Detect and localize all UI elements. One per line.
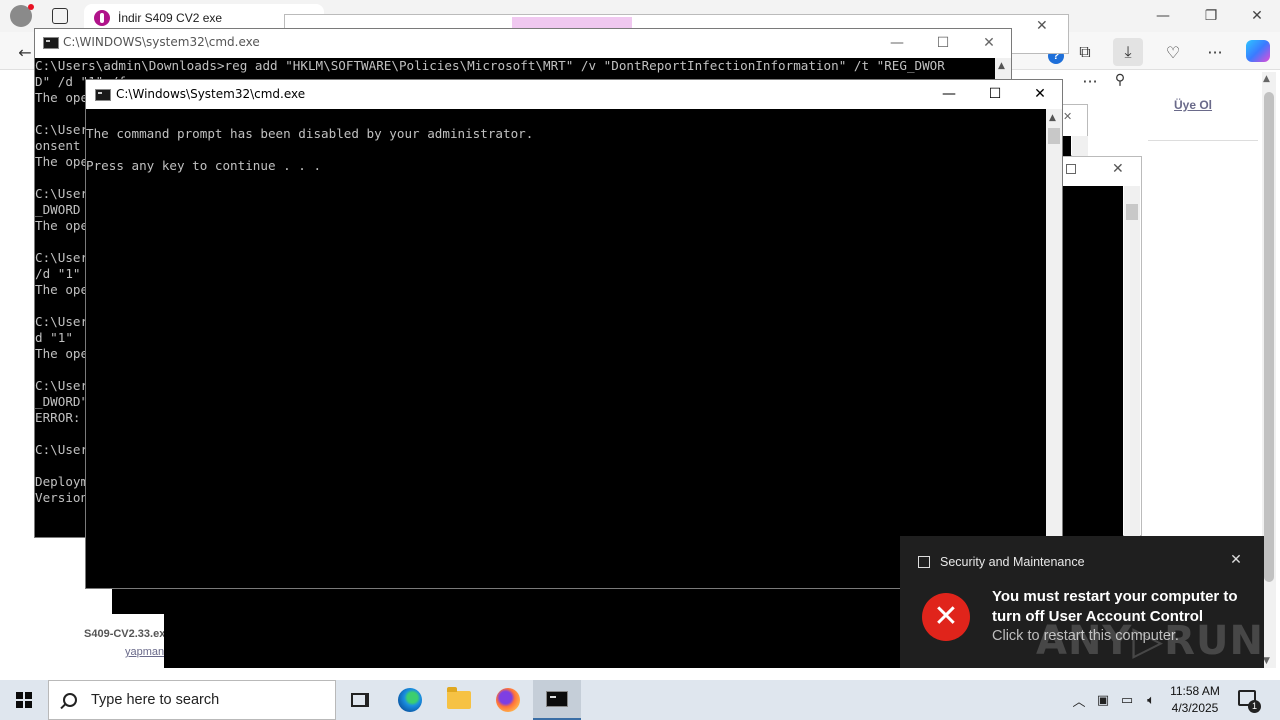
settings-more-button[interactable]: ··· bbox=[1200, 38, 1230, 66]
taskbar-cmd-button[interactable] bbox=[533, 680, 581, 720]
anyrun-watermark: ANY▷RUN bbox=[1036, 618, 1264, 664]
browser-restore-button[interactable]: ❐ bbox=[1188, 0, 1234, 32]
scroll-down-arrow-icon[interactable]: ▼ bbox=[1263, 656, 1270, 666]
volume-icon[interactable]: 🔈︎ bbox=[1140, 680, 1162, 720]
cmd-front-maximize-button[interactable]: ☐ bbox=[972, 80, 1018, 108]
search-placeholder: Type here to search bbox=[91, 692, 220, 708]
background-small-scrollbar[interactable] bbox=[1072, 136, 1088, 156]
pin-icon[interactable]: ⚲ bbox=[1110, 72, 1130, 92]
browser-essentials-icon[interactable]: ♡ bbox=[1158, 38, 1188, 66]
cmd-icon bbox=[546, 691, 568, 707]
taskbar-edge-button[interactable] bbox=[386, 680, 434, 720]
error-icon: ✕ bbox=[922, 593, 970, 641]
background-console-close-icon[interactable]: ✕ bbox=[1112, 161, 1124, 177]
downloads-icon[interactable]: ⤓ bbox=[1113, 38, 1143, 66]
task-view-button[interactable] bbox=[336, 680, 384, 720]
cmd-back-close-button[interactable]: ✕ bbox=[966, 29, 1012, 57]
background-console-fragment bbox=[112, 588, 164, 614]
cmd-icon bbox=[95, 89, 111, 101]
downloads-more-icon[interactable]: ··· bbox=[1080, 72, 1100, 92]
network-icon[interactable]: ▭ bbox=[1116, 680, 1138, 720]
background-small-body bbox=[1063, 136, 1071, 156]
cmd-front-scrollbar-thumb[interactable] bbox=[1048, 128, 1060, 144]
background-console-scrollbar-thumb[interactable] bbox=[1126, 204, 1138, 220]
tray-overflow-icon[interactable]: ︿ bbox=[1068, 680, 1090, 720]
taskbar-clock[interactable]: 11:58 AM 4/3/2025 bbox=[1160, 683, 1230, 717]
taskbar-search-box[interactable]: Type here to search bbox=[48, 680, 336, 720]
cmd-icon bbox=[43, 37, 59, 49]
scroll-up-arrow-icon[interactable]: ▲ bbox=[1263, 74, 1270, 84]
download-file-link[interactable]: yapman bbox=[125, 646, 164, 658]
cmd-back-maximize-button[interactable]: ☐ bbox=[920, 29, 966, 57]
clock-time: 11:58 AM bbox=[1170, 684, 1220, 698]
background-explorer-close-icon[interactable]: ✕ bbox=[1036, 18, 1048, 34]
cmd-front-message: The command prompt has been disabled by … bbox=[86, 126, 534, 141]
taskbar-explorer-button[interactable] bbox=[435, 680, 483, 720]
copilot-icon[interactable] bbox=[1246, 40, 1270, 62]
file-explorer-icon bbox=[447, 687, 471, 709]
cmd-front-title: C:\Windows\System32\cmd.exe bbox=[116, 87, 306, 101]
console-line: C:\Users\admin\Downloads>reg add "HKLM\S… bbox=[35, 58, 945, 73]
tray-device-icon[interactable]: ▣ bbox=[1094, 680, 1112, 720]
page-divider bbox=[1148, 140, 1258, 141]
page-scrollbar-thumb[interactable] bbox=[1264, 92, 1274, 582]
firefox-icon bbox=[496, 688, 520, 712]
collections-icon[interactable]: ⧉ bbox=[1070, 38, 1100, 66]
cmd-front-minimize-button[interactable]: — bbox=[926, 80, 972, 108]
cmd-front-titlebar[interactable]: C:\Windows\System32\cmd.exe — ☐ ✕ bbox=[86, 80, 1062, 109]
background-console-scrollbar[interactable] bbox=[1124, 186, 1140, 536]
cmd-front-scrollbar[interactable] bbox=[1046, 109, 1062, 589]
signup-link[interactable]: Üye Ol bbox=[1174, 98, 1212, 112]
cmd-back-titlebar[interactable]: C:\WINDOWS\system32\cmd.exe — ☐ ✕ bbox=[35, 29, 1011, 58]
start-button[interactable] bbox=[0, 680, 48, 720]
tab-actions-icon[interactable] bbox=[52, 8, 68, 24]
toast-app-name: Security and Maintenance bbox=[940, 555, 1085, 569]
browser-tab-title: İndir S409 CV2 exe bbox=[118, 11, 223, 25]
cmd-back-scroll-up-icon[interactable]: ▲ bbox=[998, 61, 1005, 71]
background-console-body bbox=[1063, 186, 1123, 536]
cmd-front-prompt: Press any key to continue . . . bbox=[86, 158, 322, 173]
opera-favicon-icon bbox=[94, 10, 110, 26]
cmd-back-minimize-button[interactable]: — bbox=[874, 29, 920, 57]
cmd-front-close-button[interactable]: ✕ bbox=[1017, 80, 1063, 108]
notification-count-badge: 1 bbox=[1248, 700, 1261, 713]
clock-date: 4/3/2025 bbox=[1171, 701, 1219, 715]
task-view-icon bbox=[351, 693, 369, 707]
background-console-maximize-icon[interactable] bbox=[1066, 164, 1076, 174]
background-console-fragment bbox=[164, 588, 904, 668]
cmd-front-scroll-up-icon[interactable]: ▲ bbox=[1049, 113, 1056, 123]
toast-close-button[interactable]: ✕ bbox=[1228, 552, 1244, 568]
background-small-close-icon[interactable]: ✕ bbox=[1063, 110, 1072, 123]
windows-logo-icon bbox=[16, 692, 32, 708]
security-maintenance-icon bbox=[918, 556, 930, 568]
edge-icon bbox=[398, 688, 422, 712]
taskbar-firefox-button[interactable] bbox=[484, 680, 532, 720]
browser-minimize-button[interactable]: — bbox=[1140, 0, 1186, 32]
search-icon bbox=[63, 693, 77, 707]
cmd-back-title: C:\WINDOWS\system32\cmd.exe bbox=[63, 35, 260, 49]
browser-close-button[interactable]: ✕ bbox=[1234, 0, 1280, 32]
download-file-name: S409-CV2.33.ex bbox=[84, 628, 166, 640]
profile-alert-dot bbox=[28, 4, 34, 10]
cmd-window-front[interactable]: C:\Windows\System32\cmd.exe — ☐ ✕ The co… bbox=[85, 79, 1063, 589]
